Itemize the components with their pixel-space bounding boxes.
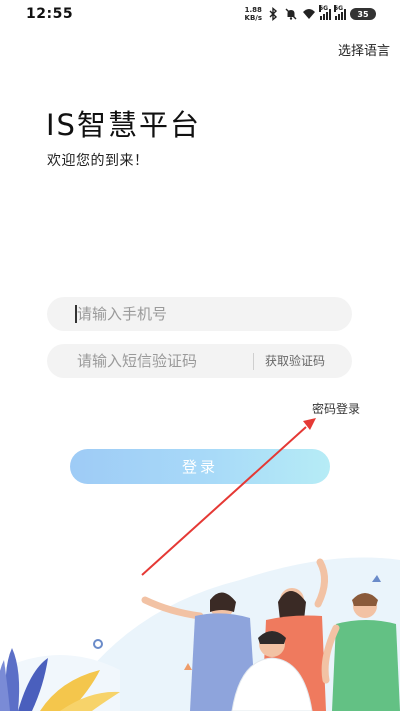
- annotation-arrow: [141, 418, 316, 576]
- login-screen: 12:55 1.88 KB/s 5G 5G 35 选择语言 IS智慧平台 欢迎您…: [0, 0, 400, 711]
